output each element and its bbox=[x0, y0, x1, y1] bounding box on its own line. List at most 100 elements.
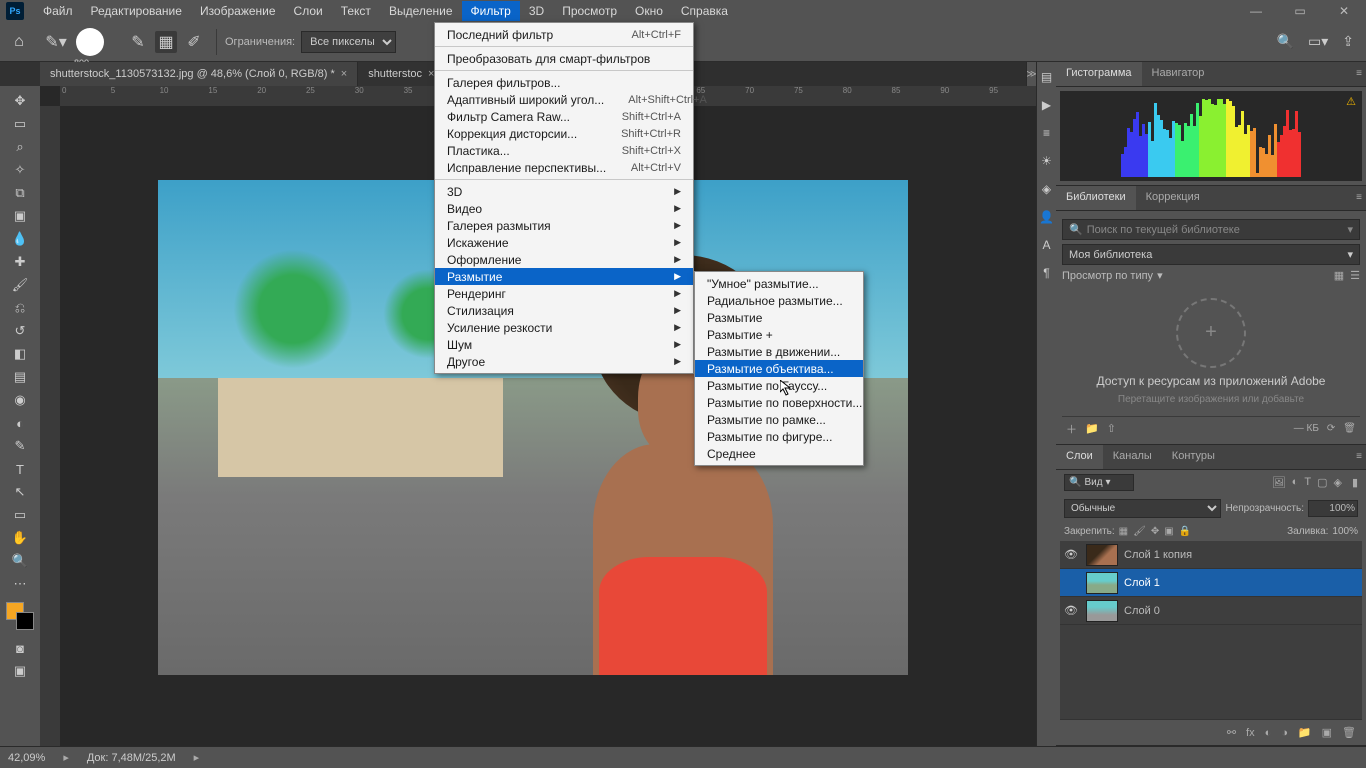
menu-текст[interactable]: Текст bbox=[332, 1, 380, 21]
layer-row[interactable]: Слой 1 bbox=[1060, 569, 1362, 597]
lock-pixels-icon[interactable]: 🖌 bbox=[1133, 526, 1146, 537]
layer-filter-kind[interactable]: 🔍 Вид ▾ bbox=[1064, 474, 1134, 491]
visibility-toggle[interactable]: 👁 bbox=[1064, 548, 1080, 561]
add-icon[interactable]: ＋ bbox=[1066, 421, 1077, 437]
zoom-tool[interactable]: 🔍 bbox=[8, 550, 32, 572]
healing-tool[interactable]: ✚ bbox=[8, 251, 32, 273]
document-info[interactable]: Док: 7,48M/25,2M bbox=[87, 752, 176, 764]
statusbar-arrow-2[interactable]: ▸ bbox=[194, 751, 200, 764]
tab-histogram[interactable]: Гистограмма bbox=[1056, 62, 1142, 86]
history-brush-tool[interactable]: ↺ bbox=[8, 320, 32, 342]
screenmode-tool[interactable]: ▣ bbox=[8, 660, 32, 682]
menu-окно[interactable]: Окно bbox=[626, 1, 672, 21]
menu-просмотр[interactable]: Просмотр bbox=[553, 1, 626, 21]
layer-name[interactable]: Слой 0 bbox=[1124, 605, 1160, 617]
panel-icon-styles[interactable]: ◈ bbox=[1042, 182, 1051, 196]
dodge-tool[interactable]: ◐ bbox=[8, 412, 32, 434]
filter-adjustment-icon[interactable]: ◐ bbox=[1292, 476, 1299, 489]
menu-item[interactable]: Стилизация▶ bbox=[435, 302, 693, 319]
menu-item[interactable]: Оформление▶ bbox=[435, 251, 693, 268]
panel-menu-icon[interactable]: ≡ bbox=[1356, 68, 1362, 79]
filter-type-icon[interactable]: T bbox=[1304, 476, 1311, 489]
panel-icon-history[interactable]: ▤ bbox=[1041, 70, 1052, 84]
menu-item[interactable]: Пластика...Shift+Ctrl+X bbox=[435, 142, 693, 159]
visibility-toggle[interactable]: 👁 bbox=[1064, 604, 1080, 617]
airbrush-icon[interactable]: ✐ bbox=[183, 31, 205, 53]
menu-3d[interactable]: 3D bbox=[520, 1, 553, 21]
tool-preset-icon[interactable]: ✎▾ bbox=[45, 31, 67, 53]
submenu-item[interactable]: Размытие bbox=[695, 309, 863, 326]
folder-icon[interactable]: 📁 bbox=[1085, 422, 1099, 435]
hand-tool[interactable]: ✋ bbox=[8, 527, 32, 549]
menu-item[interactable]: Рендеринг▶ bbox=[435, 285, 693, 302]
submenu-item[interactable]: Размытие по поверхности... bbox=[695, 394, 863, 411]
workspace-icon[interactable]: ▭▾ bbox=[1308, 33, 1328, 50]
menu-item[interactable]: Адаптивный широкий угол...Alt+Shift+Ctrl… bbox=[435, 91, 693, 108]
blur-tool[interactable]: ◉ bbox=[8, 389, 32, 411]
submenu-item[interactable]: "Умное" размытие... bbox=[695, 275, 863, 292]
menu-item[interactable]: Фильтр Camera Raw...Shift+Ctrl+A bbox=[435, 108, 693, 125]
filter-shape-icon[interactable]: ▢ bbox=[1317, 476, 1327, 489]
submenu-item[interactable]: Размытие объектива... bbox=[695, 360, 863, 377]
panel-icon-character[interactable]: 👤 bbox=[1039, 210, 1054, 224]
menu-item[interactable]: Последний фильтрAlt+Ctrl+F bbox=[435, 26, 693, 43]
layer-fx-icon[interactable]: fx bbox=[1246, 727, 1255, 739]
menu-фильтр[interactable]: Фильтр bbox=[462, 1, 520, 21]
panel-icon-paragraph[interactable]: A bbox=[1042, 238, 1050, 252]
search-icon[interactable]: 🔍 bbox=[1277, 33, 1294, 50]
library-select[interactable]: Моя библиотека▾ bbox=[1062, 244, 1360, 265]
quickmask-tool[interactable]: ◙ bbox=[8, 637, 32, 659]
menu-item[interactable]: Усиление резкости▶ bbox=[435, 319, 693, 336]
menu-item[interactable]: Размытие▶ bbox=[435, 268, 693, 285]
menu-item[interactable]: Шум▶ bbox=[435, 336, 693, 353]
layer-mask-icon[interactable]: ◐ bbox=[1265, 727, 1272, 739]
brush-tool[interactable]: 🖌 bbox=[8, 274, 32, 296]
submenu-item[interactable]: Размытие по фигуре... bbox=[695, 428, 863, 445]
color-swatches[interactable] bbox=[6, 602, 34, 630]
menu-item[interactable]: 3D▶ bbox=[435, 183, 693, 200]
filter-smart-icon[interactable]: ◈ bbox=[1333, 476, 1341, 489]
statusbar-arrow[interactable]: ▸ bbox=[63, 751, 69, 764]
minimize-button[interactable]: — bbox=[1234, 0, 1278, 22]
menu-item[interactable]: Исправление перспективы...Alt+Ctrl+V bbox=[435, 159, 693, 176]
path-select-tool[interactable]: ↖ bbox=[8, 481, 32, 503]
menu-item[interactable]: Преобразовать для смарт-фильтров bbox=[435, 50, 693, 67]
adjustment-layer-icon[interactable]: ◑ bbox=[1281, 727, 1288, 739]
panel-icon-actions[interactable]: ▶ bbox=[1042, 98, 1051, 112]
edit-toolbar-icon[interactable]: ⋯ bbox=[8, 573, 32, 595]
brush-settings-icon[interactable]: ✎ bbox=[127, 31, 149, 53]
library-search[interactable]: 🔍 Поиск по текущей библиотеке▾ bbox=[1062, 219, 1360, 240]
menu-редактирование[interactable]: Редактирование bbox=[82, 1, 191, 21]
opacity-value[interactable]: 100% bbox=[1308, 500, 1358, 517]
menu-слои[interactable]: Слои bbox=[285, 1, 332, 21]
upload-icon[interactable]: ⇧ bbox=[1107, 422, 1116, 435]
menu-справка[interactable]: Справка bbox=[672, 1, 737, 21]
eyedropper-tool[interactable]: 💧 bbox=[8, 228, 32, 250]
panel-icon-glyphs[interactable]: ¶ bbox=[1043, 266, 1049, 280]
panel-menu-icon[interactable]: ≡ bbox=[1356, 451, 1362, 462]
gradient-tool[interactable]: ▤ bbox=[8, 366, 32, 388]
blend-mode-select[interactable]: Обычные bbox=[1064, 499, 1221, 518]
list-view-icon[interactable]: ☰ bbox=[1350, 269, 1360, 282]
submenu-item[interactable]: Размытие в движении... bbox=[695, 343, 863, 360]
layer-row[interactable]: 👁 Слой 0 bbox=[1060, 597, 1362, 625]
submenu-item[interactable]: Среднее bbox=[695, 445, 863, 462]
grid-view-icon[interactable]: ▦ bbox=[1334, 269, 1344, 282]
delete-layer-icon[interactable]: 🗑 bbox=[1342, 726, 1356, 739]
stamp-tool[interactable]: ⎌ bbox=[8, 297, 32, 319]
constraint-select[interactable]: Все пикселы bbox=[301, 31, 396, 53]
layer-name[interactable]: Слой 1 bbox=[1124, 577, 1160, 589]
menu-файл[interactable]: Файл bbox=[34, 1, 82, 21]
panel-icon-properties[interactable]: ≡ bbox=[1043, 126, 1050, 140]
menu-item[interactable]: Искажение▶ bbox=[435, 234, 693, 251]
marquee-tool[interactable]: ▭ bbox=[8, 113, 32, 135]
panel-menu-icon[interactable]: ≡ bbox=[1356, 192, 1362, 203]
tab-channels[interactable]: Каналы bbox=[1103, 445, 1162, 469]
close-button[interactable]: ✕ bbox=[1322, 0, 1366, 22]
sync-icon[interactable]: ⟳ bbox=[1327, 423, 1335, 434]
type-tool[interactable]: T bbox=[8, 458, 32, 480]
menu-изображение[interactable]: Изображение bbox=[191, 1, 285, 21]
document-tab[interactable]: shutterstock_1130573132.jpg @ 48,6% (Сло… bbox=[40, 62, 358, 86]
menu-item[interactable]: Галерея фильтров... bbox=[435, 74, 693, 91]
frame-tool[interactable]: ▣ bbox=[8, 205, 32, 227]
